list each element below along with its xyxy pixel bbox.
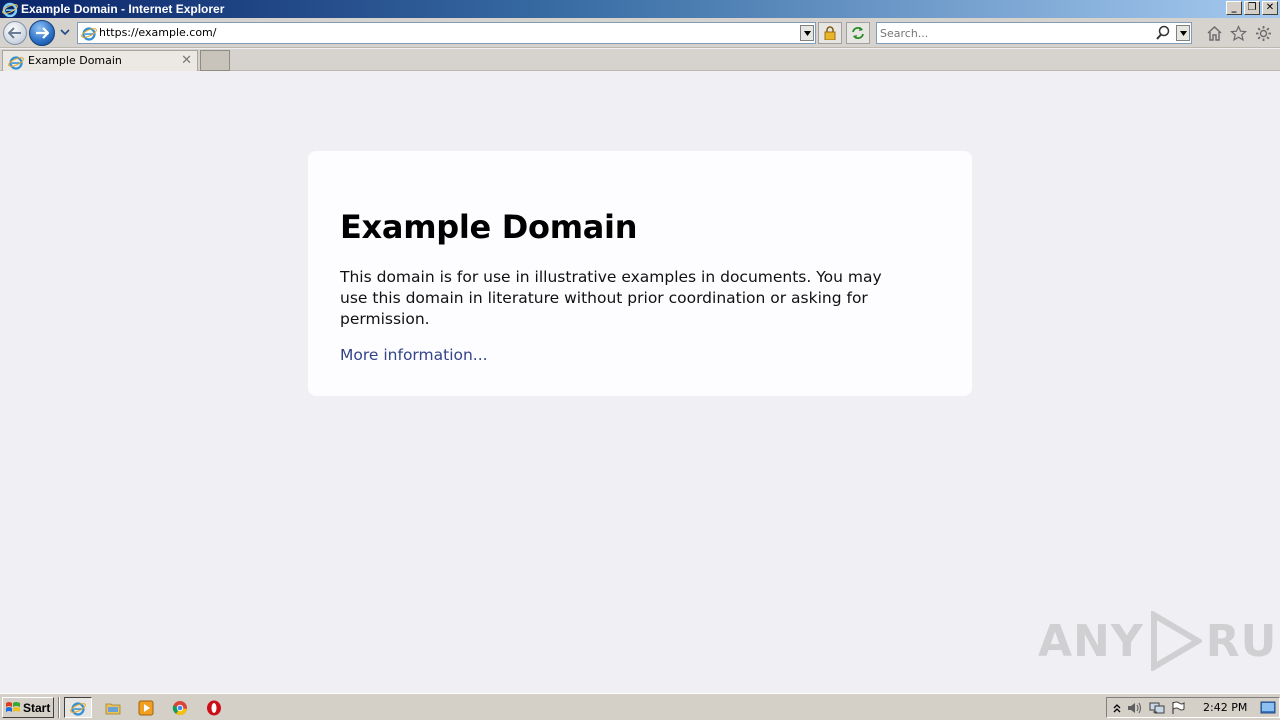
taskbar-file-explorer[interactable]	[99, 697, 127, 718]
search-box[interactable]	[876, 22, 1192, 44]
back-button[interactable]	[3, 21, 27, 45]
home-icon[interactable]	[1206, 25, 1223, 42]
network-icon[interactable]	[1149, 701, 1165, 715]
close-button[interactable]: ✕	[1262, 1, 1278, 15]
search-input[interactable]	[880, 24, 1150, 42]
media-player-icon	[138, 700, 154, 715]
system-tray: 2:42 PM	[1106, 697, 1280, 718]
taskbar-internet-explorer[interactable]	[64, 697, 92, 718]
tab-label: Example Domain	[28, 54, 122, 67]
taskbar-chrome[interactable]	[166, 697, 194, 718]
close-tab-icon[interactable]: ✕	[181, 53, 192, 68]
chevron-down-icon	[1179, 30, 1187, 36]
taskbar-media-player[interactable]	[132, 697, 160, 718]
security-lock-button[interactable]	[818, 22, 842, 44]
chevron-up-icon	[1113, 703, 1121, 712]
refresh-icon	[852, 27, 864, 39]
volume-icon[interactable]	[1127, 701, 1143, 715]
taskbar-opera[interactable]	[200, 697, 228, 718]
taskbar-separator	[58, 697, 60, 718]
page-ie-icon	[81, 27, 97, 41]
windows-logo-icon	[6, 701, 20, 712]
page-viewport: Example Domain This domain is for use in…	[0, 71, 1280, 693]
content-card: Example Domain This domain is for use in…	[308, 151, 972, 396]
show-hidden-icons-button[interactable]	[1113, 703, 1121, 713]
minimize-button[interactable]: _	[1226, 1, 1242, 15]
restore-button[interactable]: ❐	[1244, 1, 1260, 15]
window-controls: _ ❐ ✕	[1226, 1, 1278, 15]
action-center-flag-icon[interactable]	[1171, 701, 1185, 715]
tab-strip: Example Domain ✕	[0, 49, 1280, 71]
navigation-bar: https://example.com/	[0, 18, 1280, 48]
window-title: Example Domain - Internet Explorer	[21, 2, 225, 16]
address-dropdown-button[interactable]	[800, 25, 814, 41]
forward-arrow-icon	[36, 27, 49, 39]
lock-icon	[824, 26, 836, 40]
page-description: This domain is for use in illustrative e…	[340, 268, 882, 328]
back-arrow-icon	[8, 27, 21, 39]
anyrun-watermark: ANY RUN	[1038, 611, 1280, 671]
search-dropdown-button[interactable]	[1176, 25, 1190, 41]
start-button[interactable]: Start	[2, 697, 54, 718]
page-heading: Example Domain	[340, 208, 638, 246]
refresh-button[interactable]	[846, 22, 870, 44]
watermark-text-left: ANY	[1038, 615, 1144, 667]
chevron-down-icon	[803, 30, 811, 36]
search-icon[interactable]	[1156, 25, 1170, 41]
url-text[interactable]: https://example.com/	[99, 23, 216, 43]
folder-icon	[105, 703, 121, 714]
favorites-star-icon[interactable]	[1230, 25, 1247, 42]
opera-icon	[207, 700, 221, 715]
show-desktop-icon[interactable]	[1260, 701, 1276, 715]
address-bar[interactable]: https://example.com/	[77, 22, 816, 44]
tab-example-domain[interactable]: Example Domain ✕	[2, 50, 198, 71]
internet-explorer-icon	[70, 701, 86, 716]
internet-explorer-icon	[2, 2, 18, 17]
tab-ie-icon	[8, 56, 24, 70]
new-tab-button[interactable]	[200, 50, 230, 71]
chrome-icon	[172, 700, 187, 715]
recent-pages-dropdown-icon[interactable]	[60, 29, 70, 36]
forward-button[interactable]	[29, 20, 55, 46]
title-bar[interactable]: Example Domain - Internet Explorer _ ❐ ✕	[0, 0, 1280, 18]
watermark-text-right: RUN	[1205, 615, 1280, 667]
gear-icon[interactable]	[1255, 25, 1272, 42]
clock[interactable]: 2:42 PM	[1203, 698, 1247, 717]
taskbar: Start 2:42 PM	[0, 693, 1280, 720]
play-logo-icon	[1150, 611, 1202, 671]
more-information-link[interactable]: More information...	[340, 346, 488, 364]
start-label: Start	[23, 700, 51, 715]
